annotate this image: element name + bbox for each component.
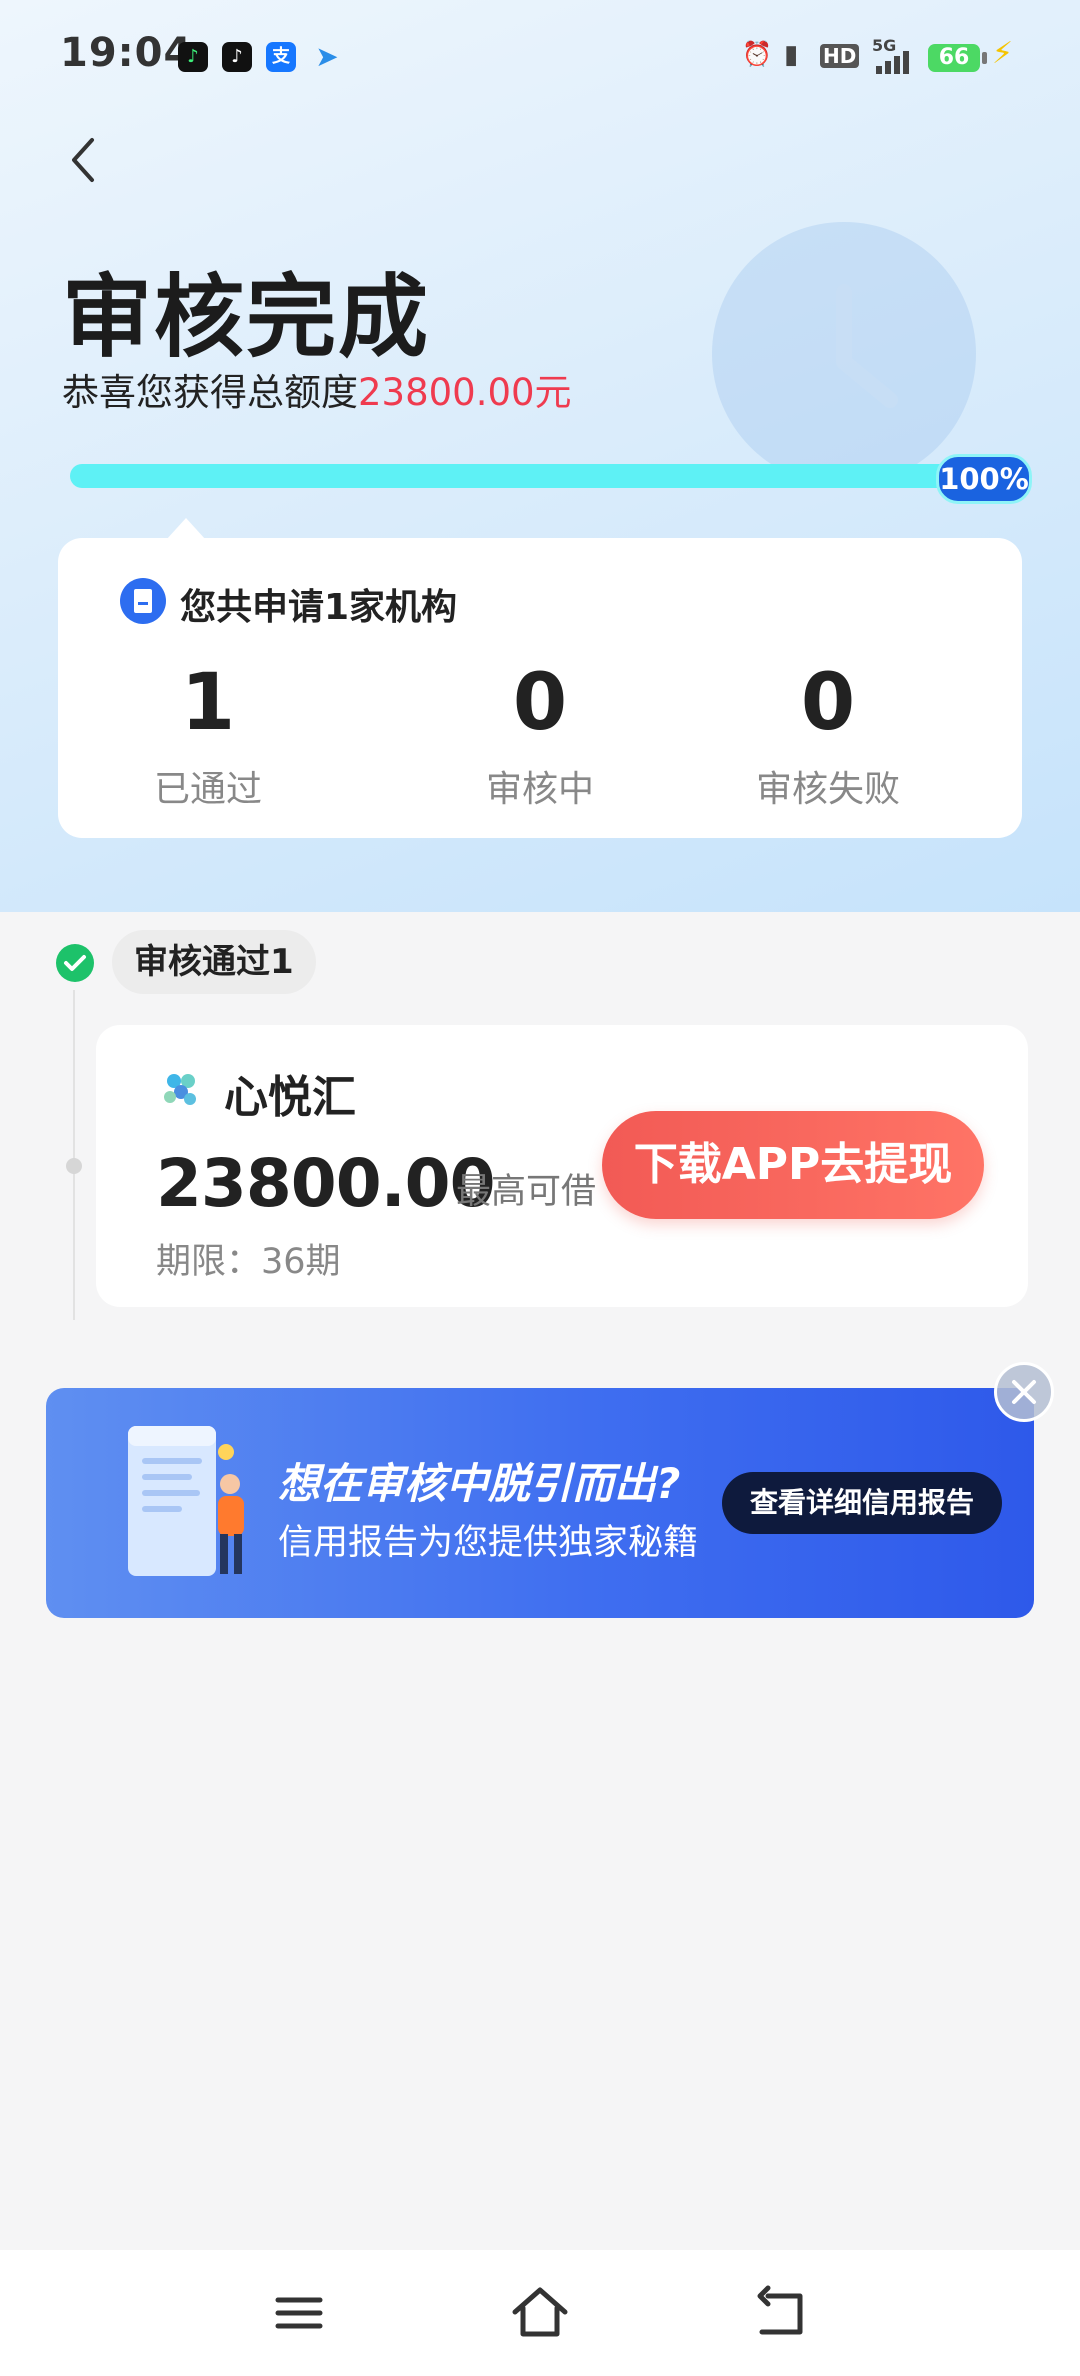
summary-notch [166, 518, 206, 540]
stat-value: 1 [180, 658, 236, 748]
close-icon[interactable] [994, 1362, 1054, 1422]
back-icon[interactable] [58, 130, 108, 190]
home-icon[interactable] [505, 2278, 575, 2348]
clock-icon [836, 284, 898, 408]
timeline-line [73, 990, 75, 1320]
system-nav-bar [0, 2250, 1080, 2376]
credit-report-banner[interactable]: 想在审核中脱引而出? 信用报告为您提供独家秘籍 查看详细信用报告 [46, 1388, 1034, 1618]
stat-label: 审核中 [485, 769, 594, 810]
check-circle-icon [56, 944, 94, 982]
clock-decoration [712, 222, 976, 486]
send-icon: ➤ [315, 40, 339, 73]
passed-section-badge: 审核通过1 [112, 930, 316, 994]
summary-title: 您共申请1家机构 [180, 587, 458, 628]
amount-note: 最高可借 [456, 1172, 597, 1212]
banner-subtitle: 信用报告为您提供独家秘籍 [278, 1523, 699, 1563]
alipay-icon: 支 [266, 42, 296, 72]
credit-subtitle: 恭喜您获得总额度23800.00元 [62, 362, 572, 416]
lender-name: 心悦汇 [224, 1072, 356, 1123]
status-time: 19:04 [60, 30, 193, 76]
menu-icon[interactable] [264, 2278, 334, 2348]
hd-icon: HD [820, 44, 860, 68]
stat-label: 审核失败 [755, 769, 900, 810]
total-credit-amount: 23800.00元 [358, 371, 572, 414]
download-app-button[interactable]: 下载APP去提现 [602, 1111, 984, 1219]
page-title: 审核完成 [62, 265, 430, 370]
document-glyph [134, 589, 152, 613]
alarm-icon: ⏰ [742, 40, 772, 68]
music-app-icon: ♪ [178, 42, 208, 72]
battery-indicator: 66 [928, 44, 980, 72]
status-bar: 19:04 ♪ ♪ 支 ➤ ⏰ ▮ HD 5G 66 ⚡ [0, 0, 1080, 115]
lender-logo-icon [164, 1074, 196, 1105]
banner-title: 想在审核中脱引而出? [278, 1459, 681, 1508]
progress-bar [70, 464, 1030, 488]
charging-icon: ⚡ [992, 36, 1014, 71]
close-glyph [1012, 1380, 1036, 1404]
subtitle-prefix: 恭喜您获得总额度 [62, 371, 358, 414]
lender-card[interactable]: 心悦汇 23800.00 最高可借 期限：36期 下载APP去提现 [96, 1025, 1028, 1307]
tiktok-icon: ♪ [222, 42, 252, 72]
back-nav-icon[interactable] [746, 2278, 816, 2348]
document-icon [120, 578, 166, 624]
stat-failed: 0 审核失败 [678, 658, 978, 812]
stat-value: 0 [512, 658, 568, 748]
battery-tip [982, 52, 987, 64]
signal-bars-icon [876, 51, 909, 74]
stat-passed: 1 已通过 [58, 658, 358, 812]
lender-amount: 23800.00 [156, 1145, 496, 1222]
receipt-person-illustration [128, 1426, 244, 1576]
vibrate-icon: ▮ [784, 40, 799, 70]
progress-label: 100% [936, 454, 1032, 504]
timeline-dot [66, 1158, 82, 1174]
stat-reviewing: 0 审核中 [390, 658, 690, 812]
application-summary-card: 您共申请1家机构 1 已通过 0 审核中 0 审核失败 [58, 538, 1022, 838]
view-credit-report-button[interactable]: 查看详细信用报告 [722, 1472, 1002, 1534]
loan-period: 期限：36期 [156, 1242, 341, 1282]
stat-value: 0 [800, 658, 856, 748]
check-glyph [64, 955, 86, 971]
stat-label: 已通过 [153, 769, 262, 810]
